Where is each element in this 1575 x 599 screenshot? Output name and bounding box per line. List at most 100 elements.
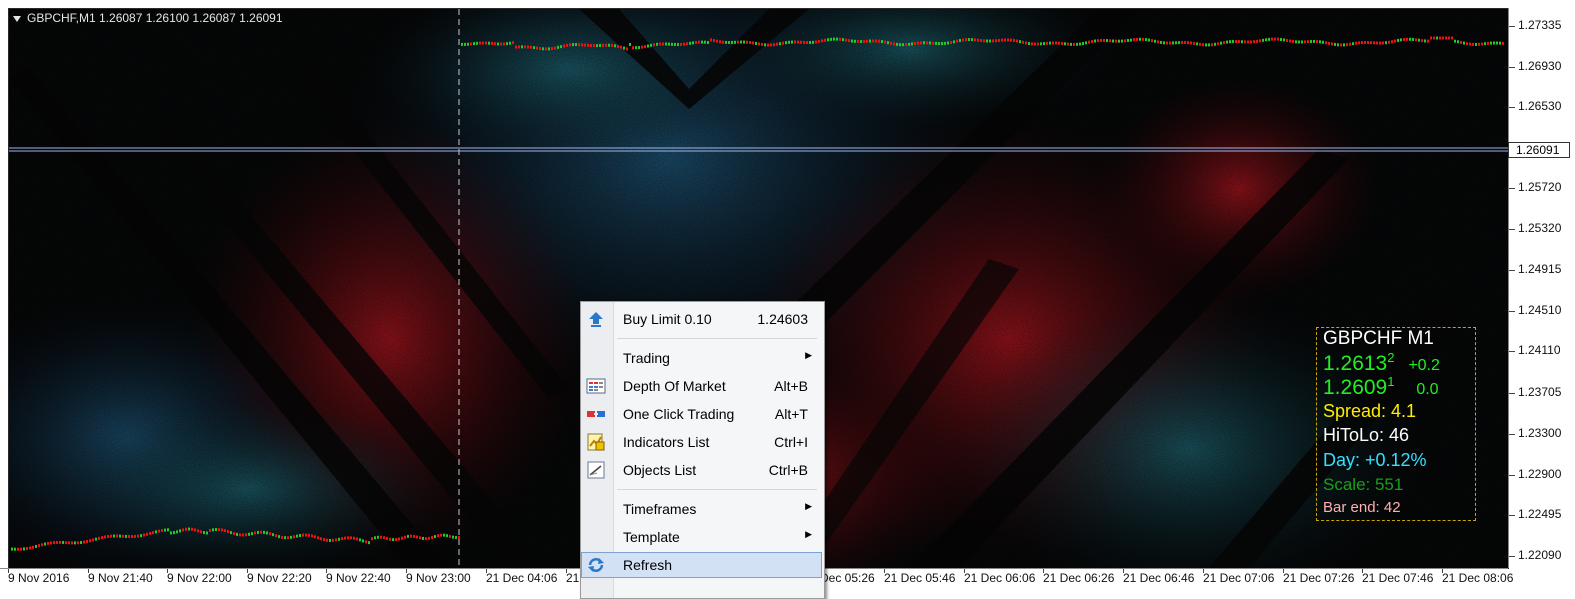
tick-bar xyxy=(185,527,187,531)
tick-bar xyxy=(1433,36,1435,40)
depth-of-market-icon xyxy=(586,377,606,395)
tick-bar xyxy=(695,40,697,44)
tick-bar xyxy=(1070,42,1072,46)
tick-bar xyxy=(197,529,199,533)
tick-bar xyxy=(722,40,724,44)
current-price-label: 1.26091 xyxy=(1508,142,1570,158)
menu-item-buy-limit[interactable]: Buy Limit 0.10 1.24603 xyxy=(581,306,822,332)
tick-bar xyxy=(1274,37,1276,41)
tick-bar xyxy=(1337,43,1339,47)
buy-limit-icon xyxy=(586,310,606,328)
tick-bar xyxy=(1340,43,1342,47)
tick-bar xyxy=(1163,41,1165,45)
tick-bar xyxy=(416,535,418,539)
tick-bar xyxy=(401,536,403,540)
tick-bar xyxy=(29,546,31,550)
tick-bar xyxy=(269,532,271,536)
menu-item-objects-list[interactable]: Objects List Ctrl+B xyxy=(581,457,822,483)
tick-bar xyxy=(1424,39,1426,43)
tick-bar xyxy=(1226,40,1228,44)
tick-bar xyxy=(911,42,913,46)
price-axis[interactable]: 1.27335 1.26930 1.26530 1.25720 1.25320 1.249… xyxy=(1508,8,1575,568)
tick-bar xyxy=(959,39,961,43)
tick-bar xyxy=(740,40,742,44)
price-tick xyxy=(1509,351,1515,352)
tick-bar xyxy=(833,37,835,41)
tick-bar xyxy=(866,39,868,43)
tick-bar xyxy=(128,535,130,539)
time-axis-label: 9 Nov 22:20 xyxy=(247,571,312,585)
tick-bar xyxy=(1172,41,1174,45)
tick-bar xyxy=(836,37,838,41)
tick-bar xyxy=(905,43,907,47)
tick-bar xyxy=(167,528,169,532)
info-scale: Scale: 551 xyxy=(1323,475,1404,494)
tick-bar xyxy=(788,40,790,44)
tick-bar xyxy=(524,45,526,49)
tick-bar xyxy=(464,42,466,46)
tick-bar xyxy=(1031,42,1033,46)
tick-bar xyxy=(170,531,172,535)
tick-bar xyxy=(287,536,289,540)
tick-bar xyxy=(149,531,151,535)
tick-bar xyxy=(785,41,787,45)
tick-bar xyxy=(605,43,607,47)
tick-bar xyxy=(1133,38,1135,42)
tick-bar xyxy=(182,528,184,532)
tick-bar xyxy=(878,39,880,43)
tick-bar xyxy=(863,39,865,43)
one-click-trading-label: One Click Trading xyxy=(623,406,735,422)
tick-bar xyxy=(215,528,217,532)
tick-bar xyxy=(1472,42,1474,46)
tick-bar xyxy=(656,42,658,46)
menu-item-timeframes[interactable]: Timeframes ▶ xyxy=(581,496,822,522)
tick-bar xyxy=(902,43,904,47)
menu-item-refresh[interactable]: Refresh xyxy=(581,552,822,578)
tick-bar xyxy=(1127,38,1129,42)
menu-item-template[interactable]: Template ▶ xyxy=(581,524,822,550)
tick-bar xyxy=(95,537,97,541)
tick-bar xyxy=(1148,38,1150,42)
tick-bar xyxy=(689,41,691,45)
tick-bar xyxy=(1301,40,1303,44)
tick-bar xyxy=(152,531,154,535)
submenu-arrow-icon: ▶ xyxy=(805,350,812,360)
tick-bar xyxy=(329,538,331,542)
tick-bar xyxy=(875,39,877,43)
tick-bar xyxy=(758,42,760,46)
tick-bar xyxy=(782,41,784,45)
menu-item-one-click-trading[interactable]: One Click Trading Alt+T xyxy=(581,401,822,427)
tick-bar xyxy=(1193,41,1195,45)
chart-header-text: GBPCHF,M1 1.26087 1.26100 1.26087 1.2609… xyxy=(27,11,283,25)
tick-bar xyxy=(1265,38,1267,42)
menu-item-indicators-list[interactable]: Indicators List Ctrl+I xyxy=(581,429,822,455)
tick-bar xyxy=(1082,42,1084,46)
tick-bar xyxy=(1388,40,1390,44)
tick-bar xyxy=(653,43,655,47)
tick-bar xyxy=(992,39,994,43)
symbol-info-panel: GBPCHF M1 1.26132 +0.2 1.26091 0.0 Sprea… xyxy=(1316,327,1476,521)
menu-item-trading[interactable]: Trading ▶ xyxy=(581,345,822,371)
tick-bar xyxy=(347,536,349,540)
tick-bar xyxy=(200,530,202,534)
tick-bar xyxy=(1271,37,1273,41)
tick-bar xyxy=(41,543,43,547)
price-tick xyxy=(1509,515,1515,516)
tick-bar xyxy=(83,540,85,544)
tick-bar xyxy=(68,541,70,545)
collapse-triangle-icon[interactable] xyxy=(13,15,21,22)
tick-bar xyxy=(545,47,547,51)
menu-item-depth-of-market[interactable]: Depth Of Market Alt+B xyxy=(581,373,822,399)
tick-bar xyxy=(14,547,16,551)
tick-bar xyxy=(770,43,772,47)
tick-bar xyxy=(137,534,139,538)
one-click-trading-shortcut: Alt+T xyxy=(774,406,808,422)
tick-bar xyxy=(77,541,79,545)
tick-bar xyxy=(683,42,685,46)
tick-bar xyxy=(44,542,46,546)
price-tick xyxy=(1509,229,1515,230)
tick-bar xyxy=(596,44,598,48)
tick-bar xyxy=(560,45,562,49)
menu-separator xyxy=(617,489,817,490)
tick-bar xyxy=(713,39,715,43)
